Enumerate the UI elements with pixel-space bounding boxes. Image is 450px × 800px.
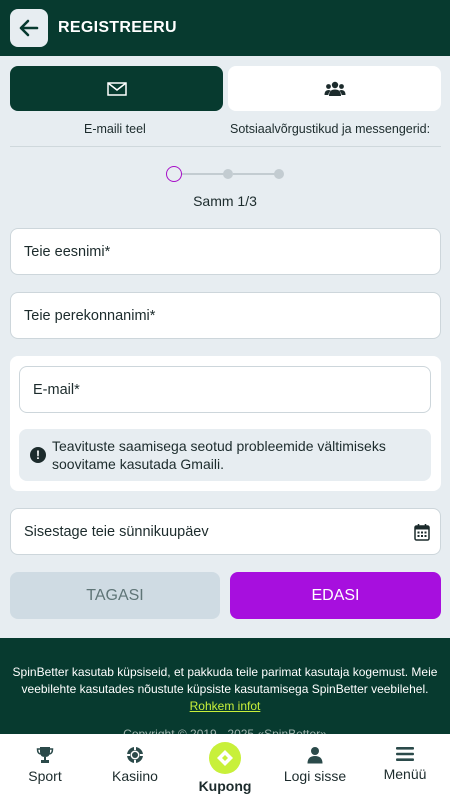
- exclamation-icon: !: [30, 447, 46, 463]
- step-connector: [233, 173, 279, 175]
- bottom-nav: Sport Kasiino Kupong Logi sisse Menüü: [0, 734, 450, 800]
- notice-text: Teavituste saamisega seotud probleemide …: [52, 438, 386, 472]
- tab-labels: E-maili teel Sotsiaalvõrgustikud ja mess…: [0, 122, 450, 138]
- step-dot: [274, 169, 284, 179]
- ticket-icon: [217, 750, 233, 766]
- first-name-label: Teie eesnimi*: [24, 243, 111, 260]
- birthdate-field[interactable]: Sisestage teie sünnikuupäev: [10, 508, 441, 555]
- last-name-label: Teie perekonnanimi*: [24, 307, 156, 324]
- tab-email-label: E-maili teel: [84, 122, 146, 136]
- trophy-icon: [36, 747, 54, 763]
- calendar-icon[interactable]: [414, 523, 430, 541]
- coupon-badge: [209, 742, 241, 774]
- nav-item-coupon[interactable]: Kupong: [180, 734, 270, 800]
- user-icon: [307, 747, 323, 764]
- email-card: E-mail* ! Teavituste saamisega seotud pr…: [10, 356, 441, 491]
- nav-item-casino[interactable]: Kasiino: [90, 734, 180, 800]
- email-field[interactable]: E-mail*: [19, 366, 431, 413]
- nav-label-login: Logi sisse: [283, 768, 347, 784]
- step-connector: [182, 173, 228, 175]
- tab-social[interactable]: [228, 66, 441, 111]
- nav-label-sport: Sport: [28, 768, 62, 784]
- back-step-button[interactable]: TAGASI: [10, 572, 220, 619]
- cookie-footer: SpinBetter kasutab küpsiseid, et pakkuda…: [0, 638, 450, 741]
- step-current-marker: [166, 166, 182, 182]
- nav-item-login[interactable]: Logi sisse: [270, 734, 360, 800]
- first-name-field[interactable]: Teie eesnimi*: [10, 228, 441, 275]
- step-dot: [223, 169, 233, 179]
- tab-social-label: Sotsiaalvõrgustikud ja messengerid:: [230, 122, 431, 136]
- tab-email[interactable]: [10, 66, 223, 111]
- more-info-link[interactable]: Rohkem infot: [190, 699, 261, 713]
- cookie-text: SpinBetter kasutab küpsiseid, et pakkuda…: [12, 665, 438, 696]
- birthdate-label: Sisestage teie sünnikuupäev: [24, 523, 209, 540]
- divider: [10, 146, 441, 147]
- page-title: REGISTREERU: [58, 19, 177, 36]
- menu-icon: [396, 747, 414, 761]
- arrow-left-icon: [19, 19, 39, 37]
- users-icon: [324, 81, 345, 96]
- gmail-notice: ! Teavituste saamisega seotud probleemid…: [19, 429, 431, 481]
- casino-chip-icon: [127, 747, 143, 763]
- step-label: Samm 1/3: [193, 193, 257, 209]
- nav-item-sport[interactable]: Sport: [0, 734, 90, 800]
- back-button[interactable]: [10, 9, 48, 47]
- last-name-field[interactable]: Teie perekonnanimi*: [10, 292, 441, 339]
- progress-stepper: [0, 164, 450, 184]
- nav-label-coupon: Kupong: [198, 778, 252, 794]
- next-step-button[interactable]: EDASI: [230, 572, 441, 619]
- app-header: REGISTREERU: [0, 0, 450, 56]
- nav-label-menu: Menüü: [383, 766, 427, 782]
- nav-label-casino: Kasiino: [112, 768, 158, 784]
- registration-method-tabs: [10, 66, 441, 111]
- envelope-icon: [106, 81, 127, 96]
- email-label: E-mail*: [33, 381, 80, 398]
- nav-item-menu[interactable]: Menüü: [360, 734, 450, 800]
